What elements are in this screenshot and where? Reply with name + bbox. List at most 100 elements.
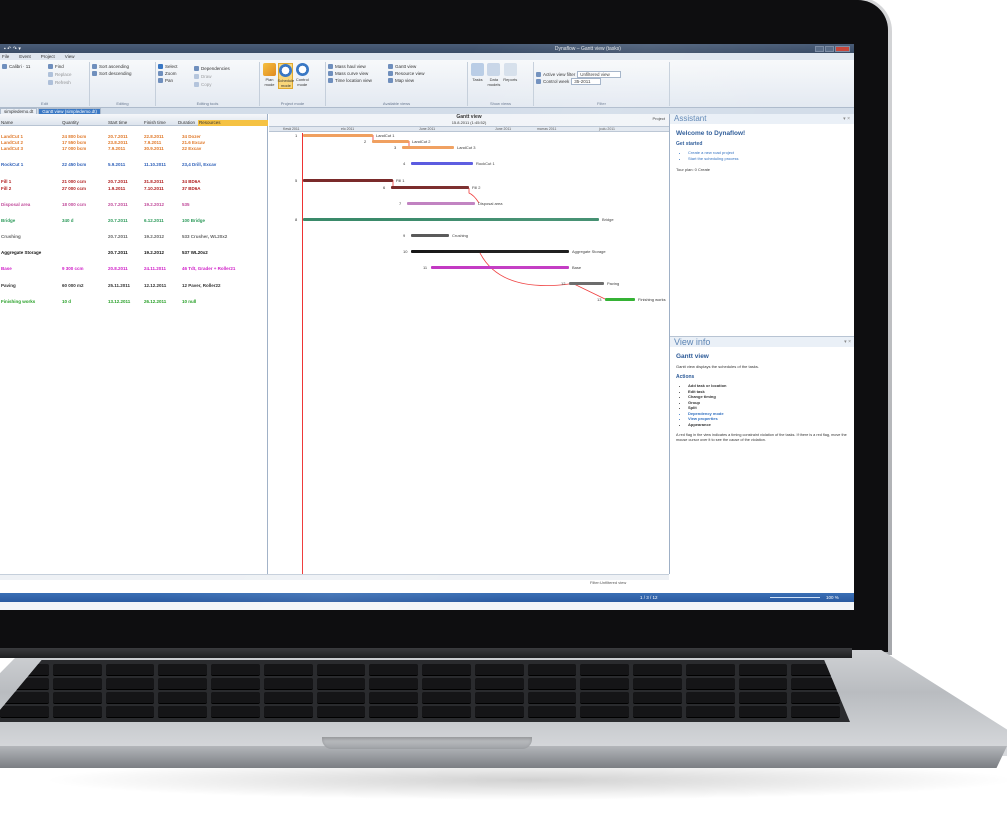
col-quantity[interactable]: Quantity xyxy=(62,120,79,125)
sort-descending-button[interactable]: Sort descending xyxy=(92,70,153,77)
gantt-bar-number: 2 xyxy=(364,139,367,144)
gantt-bar[interactable] xyxy=(303,179,393,182)
cell-res: 21.6 Excav xyxy=(182,140,206,145)
control-week-select[interactable]: 35-2011 xyxy=(571,78,602,85)
menu-project[interactable]: Project xyxy=(41,54,55,59)
cell-name: Disposal area xyxy=(1,202,31,207)
link-icon xyxy=(194,66,199,71)
key xyxy=(474,678,524,690)
gantt-bar[interactable] xyxy=(372,140,409,143)
menu-view[interactable]: View xyxy=(65,54,75,59)
cell-res: 22 Excav xyxy=(182,146,202,151)
gantt-bar[interactable] xyxy=(411,162,473,165)
key xyxy=(474,692,524,704)
col-name[interactable]: Name xyxy=(1,120,13,125)
reports-button[interactable]: Reports xyxy=(503,63,518,82)
gantt-bar-label: Disposal area xyxy=(478,201,503,206)
gantt-bar[interactable] xyxy=(411,234,449,237)
assistant-link-scheduling[interactable]: Start the scheduling process xyxy=(688,156,848,162)
table-row[interactable]: LandCut 3 17 000 bcm 7.9.2011 30.9.2011 22 E… xyxy=(0,146,268,154)
map-view-button[interactable]: Map view xyxy=(388,77,414,84)
table-row[interactable]: Disposal area 18 000 ccm 20.7.2011 19.2.201… xyxy=(0,202,268,210)
table-row[interactable]: Base 9 300 ccm 20.8.2011 24.11.2011 46 Tdt, … xyxy=(0,266,268,274)
gantt-bar-number: 1 xyxy=(295,133,298,138)
key xyxy=(263,706,313,718)
close-button[interactable] xyxy=(834,45,850,52)
col-finish-time[interactable]: Finish time xyxy=(144,120,166,125)
assistant-subheading: Get started xyxy=(676,141,703,147)
gantt-bar-label: Fill 1 xyxy=(396,178,405,183)
maximize-button[interactable] xyxy=(824,45,834,52)
replace-button[interactable]: Replace xyxy=(48,71,72,78)
table-row[interactable]: Finishing works 10 d 13.12.2011 26.12.2011 1… xyxy=(0,299,268,307)
key xyxy=(369,692,418,704)
table-row[interactable]: Bridge 340 d 20.7.2011 6.12.2011 100 Bridge xyxy=(0,218,268,226)
refresh-button[interactable]: Refresh xyxy=(48,79,71,86)
col-resources[interactable]: Resources xyxy=(198,120,268,126)
gantt-bar[interactable] xyxy=(303,218,599,221)
assistant-pane: Welcome to Dynaflow! Get started Create … xyxy=(670,124,854,177)
gantt-bar-number: 9 xyxy=(403,233,406,238)
gantt-bar[interactable] xyxy=(391,186,469,189)
key xyxy=(263,664,313,676)
plan-mode-button[interactable]: Plan mode xyxy=(262,63,277,87)
assistant-pane-header: Assistant ▾ × xyxy=(670,114,854,124)
gantt-bar[interactable] xyxy=(605,298,635,301)
gantt-bar-number: 12 xyxy=(561,281,566,286)
table-row[interactable]: RockCut 1 22 450 bcm 5.9.2011 11.10.2011 23,… xyxy=(0,162,268,170)
key xyxy=(633,692,682,704)
menu-bar: File Event Project View xyxy=(0,53,854,60)
key xyxy=(738,664,788,676)
zoom-slider[interactable] xyxy=(770,597,820,598)
sort-ascending-button[interactable]: Sort ascending xyxy=(92,63,153,70)
copy-button[interactable]: Copy xyxy=(194,81,212,88)
menu-event[interactable]: Event xyxy=(19,54,31,59)
laptop-hinge xyxy=(0,648,852,658)
key xyxy=(580,706,629,718)
table-row[interactable]: Paving 60 000 m2 25.11.2011 12.12.2011 12 Pa… xyxy=(0,283,268,291)
gantt-bar[interactable] xyxy=(407,202,475,205)
pin-close-icon[interactable]: ▾ × xyxy=(843,114,850,124)
assistant-footer: Tour plan: 0 Create xyxy=(676,167,711,172)
draw-button[interactable]: Draw xyxy=(194,73,212,80)
col-duration[interactable]: Duration xyxy=(178,120,195,125)
cell-name: Paving xyxy=(1,283,16,288)
control-mode-button[interactable]: Control mode xyxy=(295,63,310,87)
quick-access-toolbar[interactable]: ▪ ↶ ↷ ▾ xyxy=(4,46,21,52)
horizontal-scrollbar[interactable] xyxy=(0,574,669,580)
gantt-bar[interactable] xyxy=(303,134,373,137)
gantt-view-button[interactable]: Gantt view xyxy=(388,63,416,70)
ribbon-group-editing-tools: Select Zoom Pan Dependencies Draw Copy E… xyxy=(156,62,260,106)
ribbon-group-label: Editing tools xyxy=(196,101,219,106)
gantt-bar[interactable] xyxy=(402,146,454,149)
resource-view-button[interactable]: Resource view xyxy=(388,70,425,77)
dependencies-button[interactable]: Dependencies xyxy=(194,65,230,72)
menu-file[interactable]: File xyxy=(2,54,9,59)
key xyxy=(211,692,260,704)
minimize-button[interactable] xyxy=(814,45,824,52)
gantt-bar[interactable] xyxy=(411,250,569,253)
zoom-icon xyxy=(158,71,163,76)
zoom-level: 100 % xyxy=(826,595,839,600)
table-row[interactable]: Aggregate Storage 20.7.2011 19.2.2012 537 W… xyxy=(0,250,268,258)
action-item[interactable]: Appearance xyxy=(688,422,849,428)
gantt-bar-number: 10 xyxy=(403,249,408,254)
col-start-time[interactable]: Start time xyxy=(108,120,127,125)
gantt-bar[interactable] xyxy=(431,266,569,269)
view-info-desc: Gantt view displays the schedules of the… xyxy=(676,364,759,369)
pin-close-icon[interactable]: ▾ × xyxy=(844,337,851,347)
data-models-button[interactable]: Data models xyxy=(486,63,501,87)
key xyxy=(263,678,313,690)
table-row[interactable]: Fill 2 27 000 ccm 1.9.2011 7.10.2011 37 BD6A xyxy=(0,186,268,194)
tasks-button[interactable]: Tasks xyxy=(470,63,485,82)
find-button[interactable]: Find xyxy=(48,63,64,70)
key xyxy=(105,692,155,704)
schedule-mode-button[interactable]: Schedule mode xyxy=(278,63,294,89)
cell-name: Crushing xyxy=(1,234,21,239)
key-row xyxy=(0,706,850,718)
cell-qty: 18 000 ccm xyxy=(62,202,87,207)
active-view-filter-select[interactable]: Unfiltered view xyxy=(577,71,621,78)
font-selector[interactable]: Calibri · 11 xyxy=(2,63,87,70)
table-row[interactable]: Crushing 20.7.2011 19.2.2012 533 Crusher, W… xyxy=(0,234,268,242)
gantt-bar[interactable] xyxy=(569,282,604,285)
